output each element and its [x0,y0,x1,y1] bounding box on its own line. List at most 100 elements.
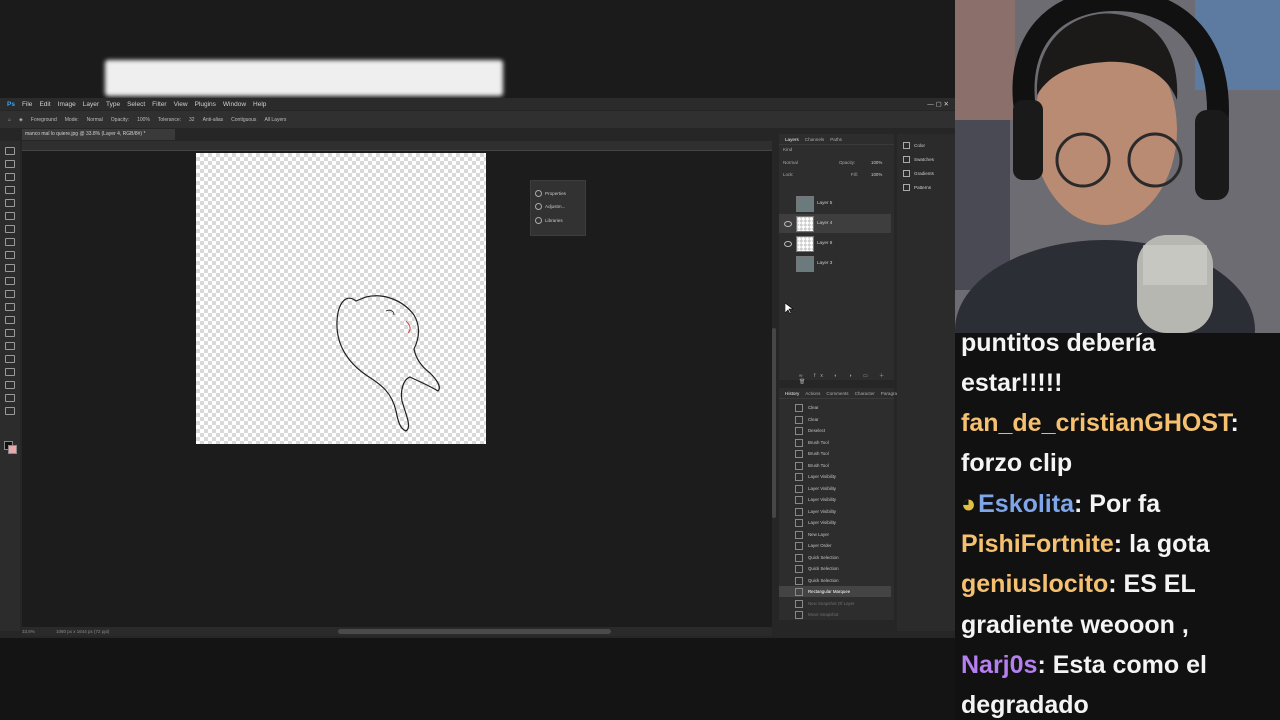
history-step[interactable]: Layer Visibility [779,506,891,517]
menu-select[interactable]: Select [127,101,145,108]
history-step[interactable]: Clear [779,414,891,425]
menu-window[interactable]: Window [223,101,246,108]
layer-row[interactable]: Layer 6 [779,234,891,253]
chat-username[interactable]: Narj0s [961,651,1037,679]
layer-actions-toolbar[interactable]: ∞ fx ◐ ◑ ▭ ＋ 🗑 [799,372,894,385]
blur-tool-icon[interactable] [5,316,15,324]
history-step[interactable]: Quick Selection [779,575,891,586]
libraries-panel-button[interactable]: Libraries [535,216,583,226]
history-step[interactable]: New Snapshot Of Layer [779,598,891,609]
tab-paths[interactable]: Paths [830,137,842,142]
layer-name: Layer 6 [817,240,833,245]
history-step[interactable]: Clear [779,402,891,413]
fill-input[interactable]: 100% [871,172,882,177]
history-step[interactable]: Layer Visibility [779,471,891,482]
history-step[interactable]: Brush Tool [779,437,891,448]
layer-opacity-input[interactable]: 100% [871,160,882,165]
adjustments-panel-button[interactable]: Adjustm... [535,202,583,212]
bucket-tool-icon[interactable]: ◈ [19,117,23,123]
horizontal-scrollbar[interactable] [338,629,611,634]
menu-edit[interactable]: Edit [39,101,50,108]
history-step[interactable]: Move Snapshot [779,609,891,620]
eye-icon[interactable] [784,241,792,247]
chat-username[interactable]: PishiFortnite [961,530,1114,558]
document-tab[interactable]: manco mal lo quiere.jpg @ 33.8% (Layer 4… [22,129,175,140]
menu-help[interactable]: Help [253,101,266,108]
fill-source[interactable]: Foreground [31,117,57,123]
swatches-panel-button[interactable]: Swatches [903,154,953,166]
chat-username[interactable]: geniuslocito [961,570,1108,598]
history-step[interactable]: Brush Tool [779,460,891,471]
zoom-level[interactable]: 33.8% [22,629,35,634]
eraser-tool-icon[interactable] [5,290,15,298]
healing-tool-icon[interactable] [5,238,15,246]
menu-plugins[interactable]: Plugins [195,101,216,108]
history-step[interactable]: Brush Tool [779,448,891,459]
contiguous-checkbox[interactable]: Contiguous [231,117,256,123]
zoom-tool-icon[interactable] [5,407,15,415]
menu-type[interactable]: Type [106,101,120,108]
tab-actions[interactable]: Actions [805,391,820,396]
chat-username[interactable]: Eskolita [978,490,1074,518]
lasso-tool-icon[interactable] [5,173,15,181]
tab-layers[interactable]: Layers [785,137,799,142]
layer-row[interactable]: Layer 5 [779,194,891,213]
gradients-panel-button[interactable]: Gradients [903,168,953,180]
chat-text: forzo clip [961,449,1073,477]
tab-comments[interactable]: Comments [826,391,848,396]
eye-icon[interactable] [784,221,792,227]
move-tool-icon[interactable] [5,147,15,155]
mode-select[interactable]: Normal [87,117,103,123]
tab-history[interactable]: History [785,391,799,396]
menu-view[interactable]: View [174,101,188,108]
history-step[interactable]: Rectangular Marquee [779,586,891,597]
properties-panel-button[interactable]: Properties [535,189,583,199]
patterns-panel-button[interactable]: Patterns [903,182,953,194]
stamp-tool-icon[interactable] [5,264,15,272]
history-step[interactable]: New Layer [779,529,891,540]
crop-tool-icon[interactable] [5,199,15,207]
history-step[interactable]: Layer Visibility [779,517,891,528]
history-step[interactable]: Layer Order [779,540,891,551]
frame-tool-icon[interactable] [5,212,15,220]
shape-tool-icon[interactable] [5,381,15,389]
marquee-tool-icon[interactable] [5,160,15,168]
hand-tool-icon[interactable] [5,394,15,402]
path-select-tool-icon[interactable] [5,368,15,376]
tolerance-input[interactable]: 32 [189,117,195,123]
paint-bucket-tool-icon[interactable] [5,303,15,311]
history-step[interactable]: Layer Visibility [779,494,891,505]
home-icon[interactable]: ⌂ [8,117,11,123]
menu-file[interactable]: File [22,101,32,108]
tab-character[interactable]: Character [855,391,875,396]
menu-filter[interactable]: Filter [152,101,166,108]
vertical-scrollbar[interactable] [772,328,776,518]
brush-tool-icon[interactable] [5,251,15,259]
blend-mode-select[interactable]: Normal [783,160,798,165]
type-tool-icon[interactable] [5,355,15,363]
tolerance-label: Tolerance: [157,116,181,123]
opacity-input[interactable]: 100% [137,117,150,123]
anti-alias-checkbox[interactable]: Anti-alias [203,117,224,123]
layer-kind-filter[interactable]: Kind [783,147,792,152]
chat-username[interactable]: fan_de_cristianGHOST [961,409,1231,437]
history-step[interactable]: Quick Selection [779,563,891,574]
history-step[interactable]: Layer Visibility [779,483,891,494]
dodge-tool-icon[interactable] [5,329,15,337]
eyedropper-tool-icon[interactable] [5,225,15,233]
quick-select-tool-icon[interactable] [5,186,15,194]
layer-row-selected[interactable]: Layer 4 [779,214,891,233]
history-step[interactable]: Quick Selection [779,552,891,563]
layer-row[interactable]: Layer 3 [779,254,891,273]
document-canvas[interactable] [196,153,486,444]
history-step[interactable]: Deselect [779,425,891,436]
tab-channels[interactable]: Channels [805,137,824,142]
pen-tool-icon[interactable] [5,342,15,350]
menu-layer[interactable]: Layer [83,101,99,108]
all-layers-checkbox[interactable]: All Layers [264,117,286,123]
background-color-swatch[interactable] [8,445,17,454]
window-controls[interactable]: — ▢ ✕ [927,100,949,108]
color-panel-button[interactable]: Color [903,140,953,152]
history-brush-tool-icon[interactable] [5,277,15,285]
menu-image[interactable]: Image [58,101,76,108]
